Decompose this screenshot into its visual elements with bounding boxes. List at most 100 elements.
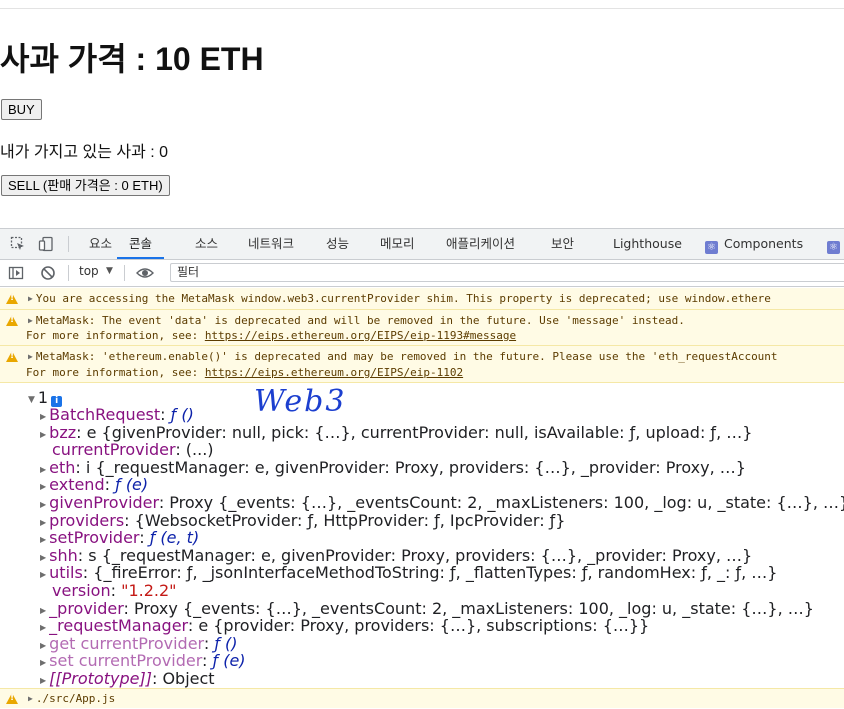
property-row[interactable]: ▶ bzz: e {givenProvider: null, pick: {…},… xyxy=(40,423,752,442)
property-value: ƒ (e) xyxy=(115,475,149,495)
tab-sources[interactable]: 소스 xyxy=(195,229,218,259)
property-key: extend xyxy=(49,475,105,495)
property-value: (...) xyxy=(185,440,214,460)
property-separator: : xyxy=(124,510,135,530)
property-separator: : xyxy=(76,422,87,442)
eip-1102-link[interactable]: https://eips.ethereum.org/EIPS/eip-1102 xyxy=(205,366,463,379)
console-warning: ▶./src/App.js xyxy=(0,688,844,708)
property-row[interactable]: ▶ extend: ƒ (e) xyxy=(40,475,148,494)
property-key: _provider xyxy=(49,598,124,618)
property-separator: : xyxy=(160,405,171,424)
property-row[interactable]: ▶ utils: {_fireError: ƒ, _jsonInterfaceMe… xyxy=(40,563,777,582)
property-row[interactable]: ▶ eth: i {_requestManager: e, givenProvid… xyxy=(40,458,746,477)
context-selector[interactable]: top xyxy=(79,264,99,278)
expand-triangle-icon[interactable]: ▶ xyxy=(40,482,46,491)
warning-icon xyxy=(6,315,18,326)
expand-triangle-icon[interactable]: ▶ xyxy=(40,412,46,421)
expand-triangle-icon[interactable]: ▶ xyxy=(40,553,46,562)
property-key: currentProvider xyxy=(52,440,176,460)
console-toolbar: top ▼ 필터 xyxy=(0,260,844,287)
tab-lighthouse[interactable]: Lighthouse xyxy=(613,229,682,259)
sell-button[interactable]: SELL (판매 가격은 : 0 ETH) xyxy=(1,175,170,196)
property-separator: : xyxy=(104,475,116,495)
live-expression-eye-icon[interactable] xyxy=(136,265,154,281)
expand-triangle-icon[interactable]: ▶ xyxy=(40,641,46,650)
property-separator: : xyxy=(123,598,135,618)
collapse-triangle-icon[interactable]: ▼ xyxy=(28,395,35,405)
expand-triangle-icon[interactable]: ▶ xyxy=(40,465,46,474)
property-row[interactable]: ▶ givenProvider: Proxy {_events: {…}, _ev… xyxy=(40,493,844,512)
tab-performance[interactable]: 성능 xyxy=(326,229,349,259)
chevron-down-icon: ▼ xyxy=(106,266,113,276)
inspect-element-icon[interactable] xyxy=(10,236,26,252)
tab-network[interactable]: 네트워크 xyxy=(248,229,294,259)
warning-text: MetaMask: The event 'data' is deprecated… xyxy=(35,314,685,327)
react-icon: ⚛ xyxy=(827,241,840,254)
property-separator: : xyxy=(158,493,170,512)
tab-application[interactable]: 애플리케이션 xyxy=(446,229,515,259)
property-key: BatchRequest xyxy=(49,405,161,424)
expand-triangle-icon[interactable]: ▶ xyxy=(40,518,46,527)
sidebar-toggle-icon[interactable] xyxy=(8,265,24,281)
property-separator: : xyxy=(75,457,86,477)
page-title: 사과 가격 : 10 ETH xyxy=(0,41,264,77)
device-toolbar-icon[interactable] xyxy=(38,236,54,252)
property-separator: : xyxy=(82,563,94,583)
property-key: [[Prototype]] xyxy=(49,669,152,688)
tab-more[interactable]: ⚛ xyxy=(827,229,844,259)
expand-triangle-icon[interactable]: ▶ xyxy=(40,606,46,615)
property-row[interactable]: currentProvider: (...) xyxy=(40,440,214,459)
tab-memory[interactable]: 메모리 xyxy=(380,229,415,259)
expand-triangle-icon[interactable]: ▶ xyxy=(40,676,46,685)
property-value: Proxy {_events: {…}, _eventsCount: 2, _m… xyxy=(169,493,844,512)
tab-components-label: Components xyxy=(724,236,804,251)
property-row[interactable]: version: "1.2.2" xyxy=(40,581,177,600)
tab-components[interactable]: ⚛ Components xyxy=(705,229,803,259)
property-separator: : xyxy=(151,669,163,688)
warning-icon xyxy=(6,293,18,304)
property-row[interactable]: ▶ _requestManager: e {provider: Proxy, pr… xyxy=(40,616,649,635)
source-file-text: ./src/App.js xyxy=(35,692,116,705)
property-key: set currentProvider xyxy=(49,651,203,671)
property-row[interactable]: ▶ BatchRequest: ƒ () xyxy=(40,405,194,424)
property-separator: : xyxy=(202,651,213,671)
property-separator: : xyxy=(77,545,89,565)
expand-triangle-icon[interactable]: ▶ xyxy=(40,570,46,579)
property-key: bzz xyxy=(49,422,77,442)
tab-console[interactable]: 콘솔 xyxy=(117,229,165,259)
property-value: ƒ () xyxy=(170,405,194,424)
filter-input[interactable]: 필터 xyxy=(170,263,844,282)
property-row[interactable]: ▶ _provider: Proxy {_events: {…}, _events… xyxy=(40,599,814,618)
expand-triangle-icon[interactable]: ▶ xyxy=(28,294,33,303)
property-value: ƒ () xyxy=(214,633,238,653)
expand-triangle-icon[interactable]: ▶ xyxy=(40,623,46,632)
property-row[interactable]: ▶ providers: {WebsocketProvider: ƒ, HttpP… xyxy=(40,511,565,530)
property-value: Object xyxy=(162,669,215,688)
buy-button[interactable]: BUY xyxy=(1,99,42,120)
property-value: e {provider: Proxy, providers: {…}, subs… xyxy=(198,616,650,636)
property-row[interactable]: ▶ [[Prototype]]: Object xyxy=(40,669,215,688)
expand-triangle-icon[interactable]: ▶ xyxy=(28,352,33,361)
property-row[interactable]: ▶ get currentProvider: ƒ () xyxy=(40,634,238,653)
clear-console-icon[interactable] xyxy=(40,265,56,281)
property-row[interactable]: ▶ setProvider: ƒ (e, t) xyxy=(40,528,199,547)
property-key: providers xyxy=(49,510,125,530)
property-separator: : xyxy=(139,528,150,548)
warning-text: You are accessing the MetaMask window.we… xyxy=(35,292,771,305)
eip-1193-link[interactable]: https://eips.ethereum.org/EIPS/eip-1193#… xyxy=(205,329,516,342)
property-row[interactable]: ▶ shh: s {_requestManager: e, givenProvid… xyxy=(40,546,752,565)
tab-security[interactable]: 보안 xyxy=(551,229,574,259)
expand-triangle-icon[interactable]: ▶ xyxy=(28,694,33,703)
handwritten-annotation: Web3 xyxy=(254,384,347,419)
warning-icon xyxy=(6,693,18,704)
expand-triangle-icon[interactable]: ▶ xyxy=(40,535,46,544)
property-value: "1.2.2" xyxy=(121,581,177,600)
expand-triangle-icon[interactable]: ▶ xyxy=(40,430,46,439)
tab-elements[interactable]: 요소 xyxy=(89,229,112,259)
property-row[interactable]: ▶ set currentProvider: ƒ (e) xyxy=(40,651,246,670)
toolbar-separator xyxy=(68,265,69,281)
property-separator: : xyxy=(203,633,215,653)
expand-triangle-icon[interactable]: ▶ xyxy=(40,658,46,667)
expand-triangle-icon[interactable]: ▶ xyxy=(28,316,33,325)
expand-triangle-icon[interactable]: ▶ xyxy=(40,500,46,509)
